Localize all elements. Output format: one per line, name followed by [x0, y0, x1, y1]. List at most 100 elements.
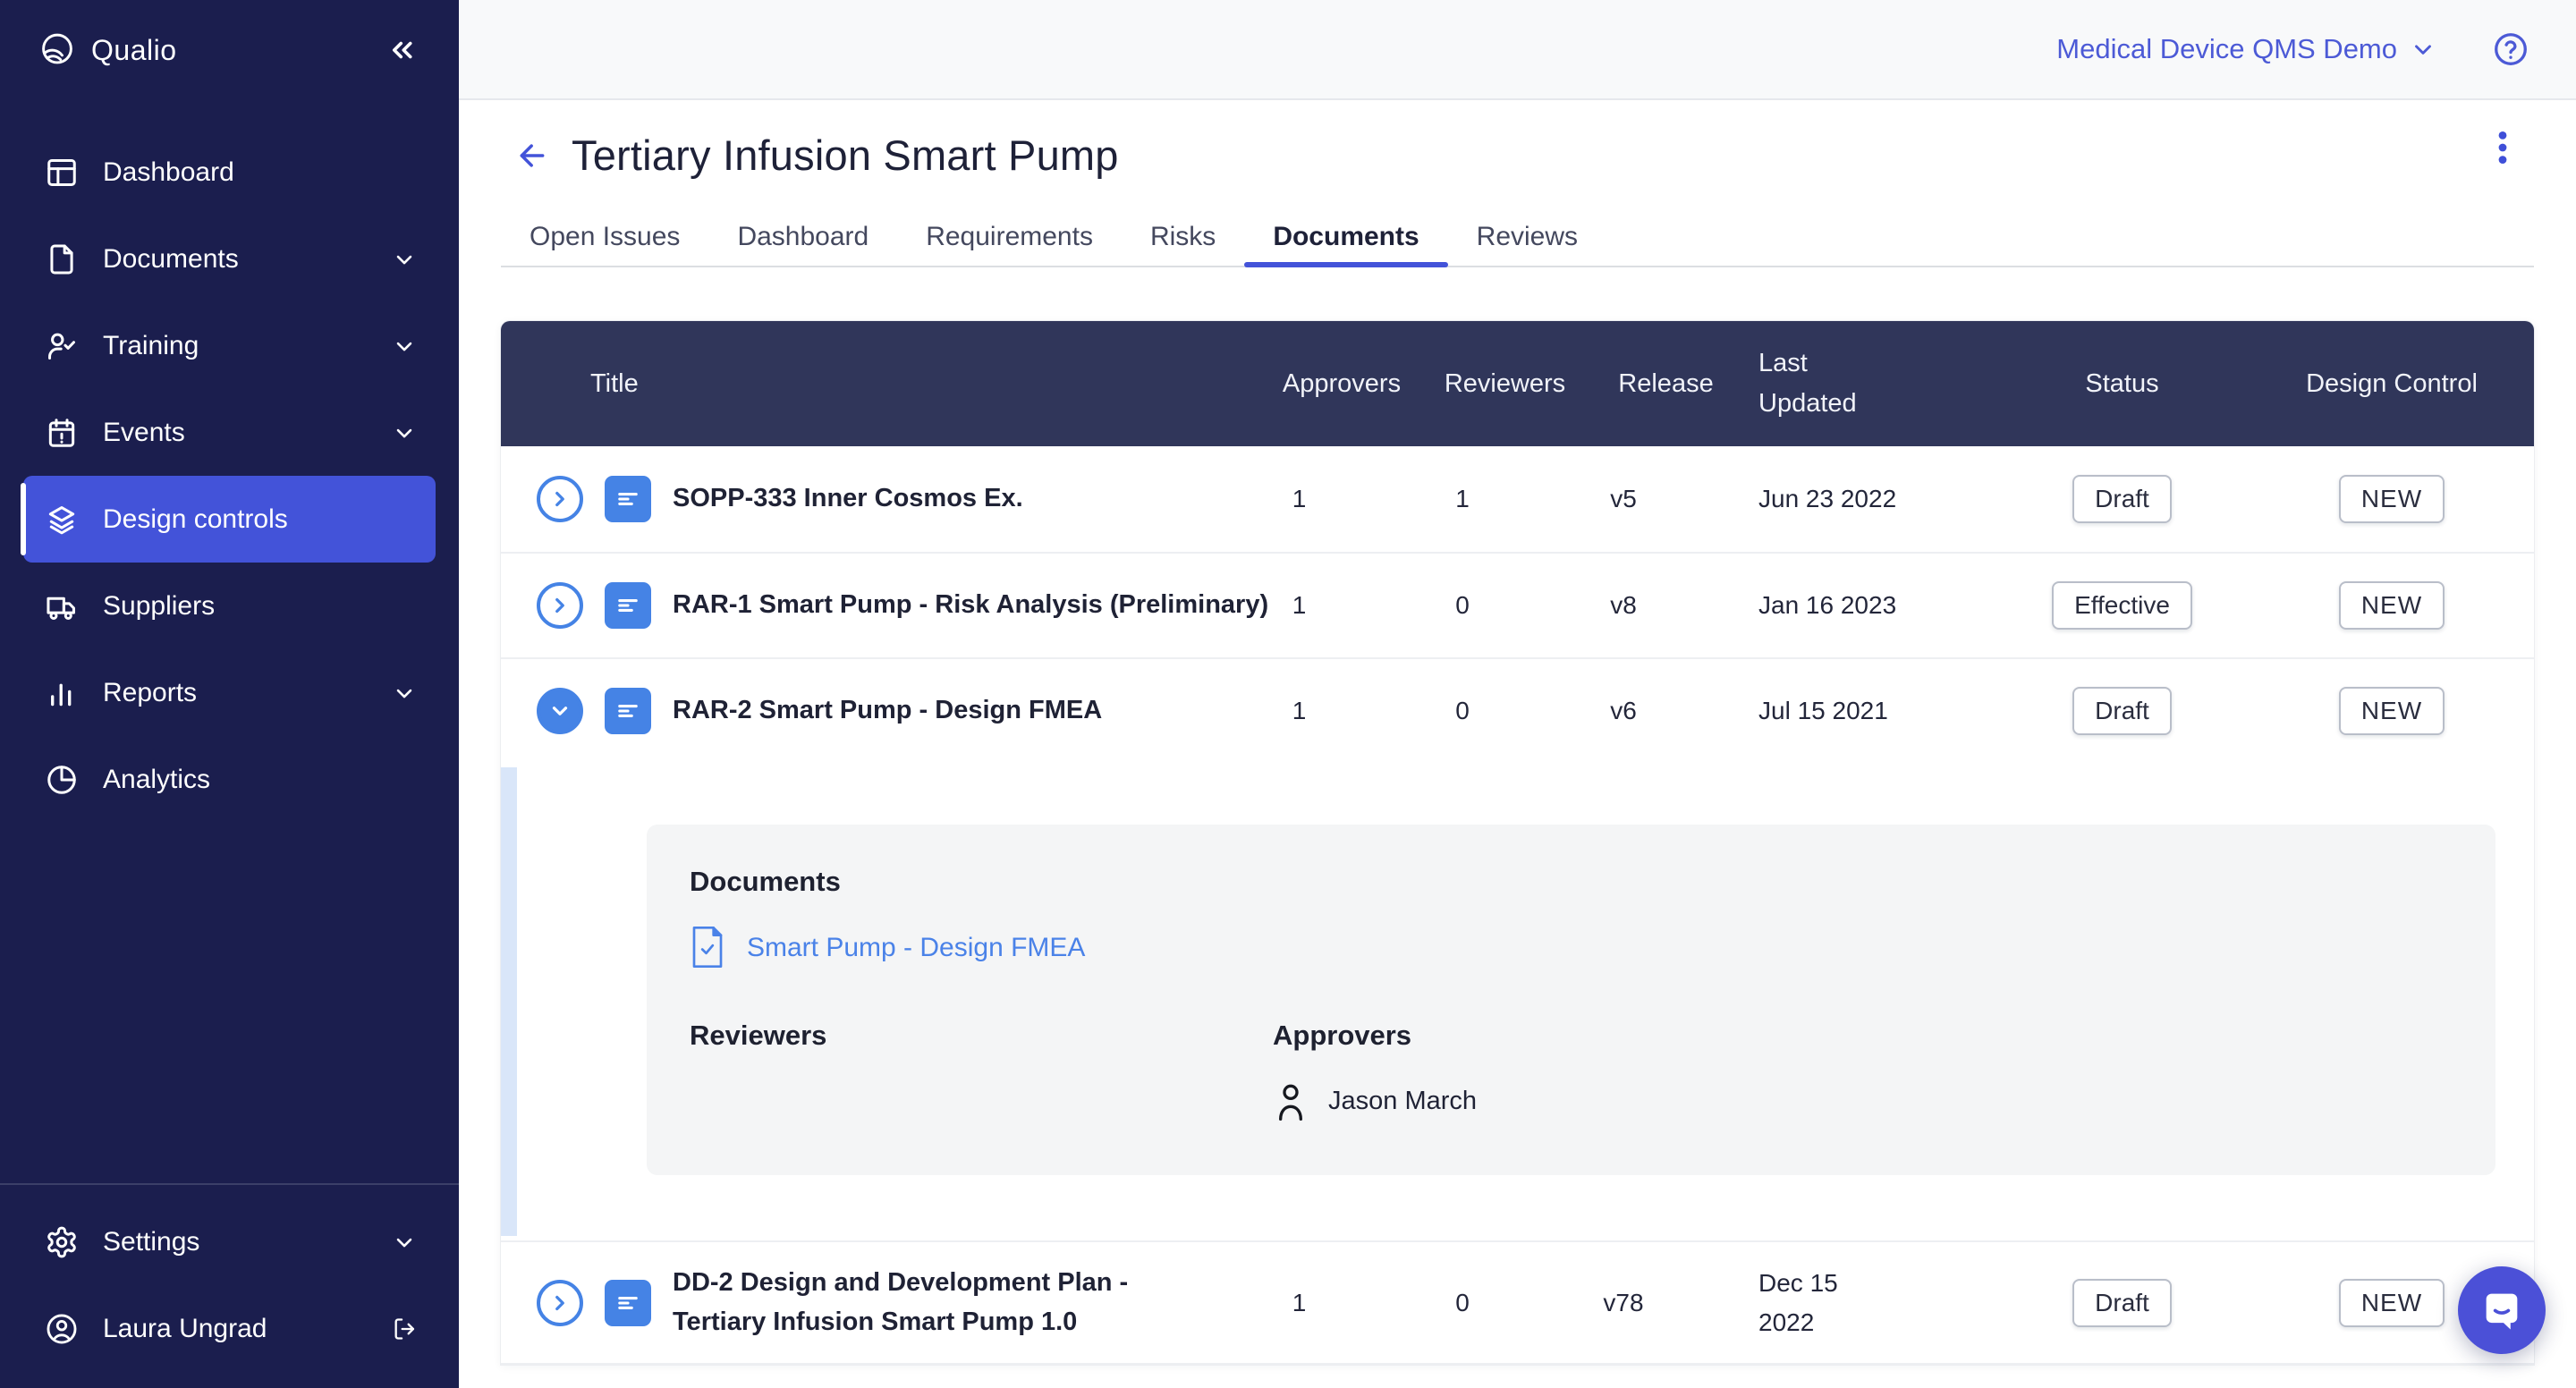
chevron-icon [548, 1291, 572, 1315]
sidebar-item-label: Design controls [103, 504, 288, 535]
row-reviewers-count: 0 [1382, 591, 1543, 620]
sidebar-item-label: Suppliers [103, 591, 215, 622]
double-chevron-left-icon [386, 34, 418, 66]
document-type-icon [605, 1280, 651, 1326]
page-title: Tertiary Infusion Smart Pump [572, 131, 1119, 180]
chat-bubble-icon [2479, 1287, 2525, 1333]
sidebar-item-suppliers[interactable]: Suppliers [0, 563, 459, 649]
arrow-left-icon [514, 138, 550, 174]
column-header-status: Status [1995, 369, 2250, 399]
column-header-release: Release [1543, 369, 1704, 399]
back-button[interactable] [514, 138, 550, 174]
status-badge: Draft [2072, 687, 2172, 735]
row-expand-button[interactable] [537, 688, 583, 734]
help-button[interactable] [2492, 30, 2529, 68]
design-control-badge: NEW [2339, 581, 2445, 630]
calendar-alert-icon [45, 416, 79, 450]
document-link[interactable]: Smart Pump - Design FMEA [747, 933, 1085, 963]
table-row[interactable]: RAR-1 Smart Pump - Risk Analysis (Prelim… [501, 552, 2534, 657]
row-title[interactable]: RAR-1 Smart Pump - Risk Analysis (Prelim… [673, 586, 1268, 625]
document-check-icon [690, 925, 725, 971]
kebab-menu-button[interactable] [2481, 122, 2524, 174]
person-check-icon [45, 329, 79, 363]
table-row[interactable]: DD-2 Design and Development Plan - Terti… [501, 1240, 2534, 1363]
sidebar-item-label: Dashboard [103, 157, 234, 188]
sidebar-item-settings[interactable]: Settings [0, 1198, 459, 1285]
document-type-icon [605, 582, 651, 629]
sidebar-item-label: Settings [103, 1227, 199, 1257]
chevron-icon [548, 487, 572, 511]
row-title[interactable]: DD-2 Design and Development Plan - Terti… [673, 1264, 1191, 1341]
row-approvers-count: 1 [1216, 1289, 1382, 1317]
design-control-badge: NEW [2339, 687, 2445, 735]
logo-text: Qualio [91, 34, 177, 67]
expanded-approvers-heading: Approvers [1273, 1020, 1477, 1052]
qualio-logo-icon [38, 30, 77, 70]
row-approvers-count: 1 [1216, 591, 1382, 620]
column-header-design-control: Design Control [2250, 369, 2534, 399]
question-circle-icon [2492, 30, 2529, 68]
chevron-down-icon [392, 334, 417, 359]
tab-dashboard[interactable]: Dashboard [708, 208, 897, 266]
truck-icon [45, 589, 79, 623]
table-row[interactable]: SOPP-333 Inner Cosmos Ex. 1 1 v5 Jun 23 … [501, 446, 2534, 552]
tab-open-issues[interactable]: Open Issues [501, 208, 708, 266]
bar-chart-icon [45, 676, 79, 710]
sidebar-item-design-controls[interactable]: Design controls [23, 476, 436, 563]
sidebar-item-label: Events [103, 418, 185, 448]
row-expanded-details: Documents Smart Pump - Design FMEA Revie… [501, 763, 2534, 1240]
documents-table: Title Approvers Reviewers Release Last U… [501, 321, 2534, 1365]
person-icon [1273, 1080, 1309, 1121]
sidebar-item-reports[interactable]: Reports [0, 649, 459, 736]
row-reviewers-count: 0 [1382, 1289, 1543, 1317]
table-row[interactable]: RAR-2 Smart Pump - Design FMEA 1 0 v6 Ju… [501, 657, 2534, 763]
expanded-accent-bar [501, 767, 517, 1236]
row-title[interactable]: RAR-2 Smart Pump - Design FMEA [673, 691, 1102, 731]
tab-requirements[interactable]: Requirements [897, 208, 1122, 266]
sidebar-item-documents[interactable]: Documents [0, 216, 459, 302]
row-expand-button[interactable] [537, 476, 583, 522]
file-icon [45, 242, 79, 276]
sidebar-item-events[interactable]: Events [0, 389, 459, 476]
sidebar-item-training[interactable]: Training [0, 302, 459, 389]
table-body: SOPP-333 Inner Cosmos Ex. 1 1 v5 Jun 23 … [501, 446, 2534, 1365]
row-reviewers-count: 0 [1382, 697, 1543, 725]
collapse-sidebar-button[interactable] [386, 34, 418, 66]
main-content: Tertiary Infusion Smart Pump Open Issues… [459, 102, 2576, 1388]
tab-risks[interactable]: Risks [1122, 208, 1244, 266]
user-circle-icon [45, 1312, 79, 1346]
chevron-down-icon [392, 1230, 417, 1255]
column-header-approvers: Approvers [1216, 369, 1382, 399]
sidebar-footer: Settings Laura Ungrad [0, 1183, 459, 1388]
row-title[interactable]: SOPP-333 Inner Cosmos Ex. [673, 479, 1023, 519]
sidebar-item-label: Analytics [103, 765, 210, 795]
gear-icon [45, 1225, 79, 1259]
pie-chart-icon [45, 763, 79, 797]
workspace-selector[interactable]: Medical Device QMS Demo [2056, 33, 2436, 65]
sidebar: Qualio Dashboard Documents Training Even… [0, 0, 459, 1388]
status-badge: Draft [2072, 475, 2172, 523]
chevron-down-icon [2410, 36, 2436, 63]
row-expand-button[interactable] [537, 1280, 583, 1326]
sidebar-item-label: Documents [103, 244, 239, 275]
chat-launcher-button[interactable] [2458, 1266, 2546, 1354]
logout-icon[interactable] [392, 1316, 417, 1341]
chevron-down-icon [392, 681, 417, 706]
row-release-version: v5 [1543, 485, 1704, 513]
layers-icon [45, 503, 79, 537]
tab-documents[interactable]: Documents [1244, 208, 1447, 266]
row-expand-button[interactable] [537, 582, 583, 629]
row-last-updated: Jul 15 2021 [1758, 691, 1888, 730]
row-reviewers-count: 1 [1382, 485, 1543, 513]
dashboard-icon [45, 156, 79, 190]
sidebar-item-user[interactable]: Laura Ungrad [0, 1285, 459, 1372]
document-type-icon [605, 688, 651, 734]
design-control-badge: NEW [2339, 1279, 2445, 1327]
sidebar-item-analytics[interactable]: Analytics [0, 736, 459, 823]
row-last-updated: Jun 23 2022 [1758, 479, 1896, 518]
chevron-icon [548, 594, 572, 617]
row-last-updated: Dec 15 2022 [1758, 1264, 1859, 1341]
sidebar-item-dashboard[interactable]: Dashboard [0, 129, 459, 216]
expanded-reviewers-heading: Reviewers [690, 1020, 1273, 1052]
tab-reviews[interactable]: Reviews [1448, 208, 1606, 266]
